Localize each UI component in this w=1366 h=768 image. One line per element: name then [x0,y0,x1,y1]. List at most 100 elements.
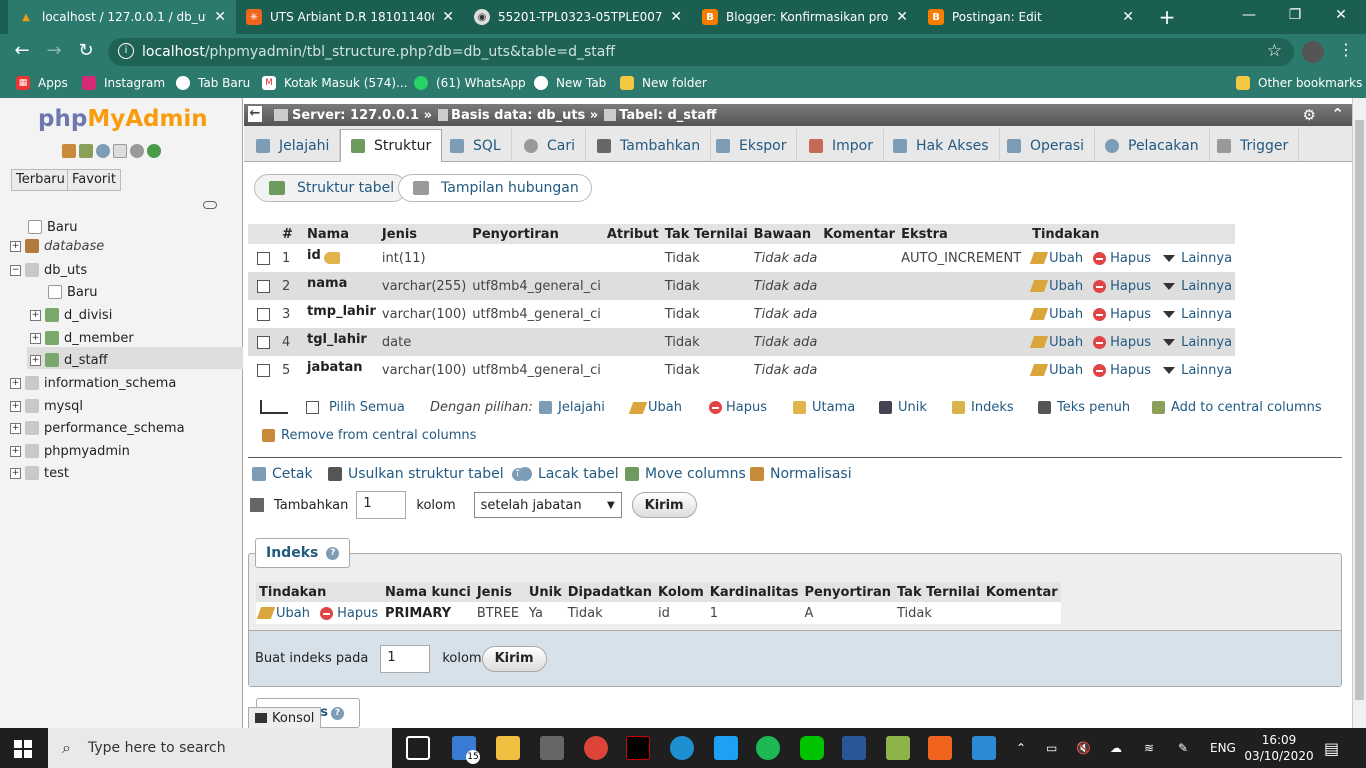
new-tab-icon[interactable]: + [1144,2,1190,32]
back-icon[interactable]: ← [10,40,34,61]
bookmark-apps[interactable]: ▦ Apps [16,76,68,90]
more-actions-link[interactable]: Lainnya [1161,363,1232,378]
delete-column-link[interactable]: Hapus [1093,363,1151,378]
row-checkbox[interactable] [257,363,270,377]
bulk-primary[interactable]: Utama [793,400,855,415]
twitter-icon[interactable] [714,736,738,760]
wifi-icon[interactable]: ≋ [1144,728,1154,768]
help-icon[interactable] [96,144,110,158]
scrollbar-thumb[interactable] [1355,120,1364,700]
bookmark-new-folder[interactable]: New folder [620,76,707,90]
subtab-relation-view[interactable]: Tampilan hubungan [398,174,592,202]
create-index-submit-button[interactable]: Kirim [481,645,547,672]
delete-column-link[interactable]: Hapus [1093,307,1151,322]
netflix-icon[interactable] [626,736,650,760]
tab-insert[interactable]: Tambahkan [587,129,712,162]
logout-icon[interactable] [79,144,93,158]
tab-browse[interactable]: Jelajahi [246,129,341,162]
add-column-submit-button[interactable]: Kirim [631,492,697,518]
tab-triggers[interactable]: Trigger [1207,129,1300,162]
browser-tab-uts[interactable]: ✳ UTS Arbiant D.R 18101140066 ✕ [236,0,464,34]
language-indicator[interactable]: ENG [1210,728,1236,768]
col-header-name[interactable]: Nama [304,224,379,244]
tree-item-new[interactable]: Baru [28,217,77,237]
notifications-icon[interactable]: ▤ [1324,728,1339,768]
bookmark-whatsapp[interactable]: (61) WhatsApp [414,76,526,90]
bulk-edit[interactable]: Ubah [628,400,682,415]
expand-icon[interactable]: + [10,445,21,457]
menu-dots-icon[interactable]: ⋮ [1338,40,1354,59]
breadcrumb-table[interactable]: Tabel: d_staff [619,108,716,123]
row-checkbox[interactable] [257,251,270,265]
volume-mute-icon[interactable]: 🔇 [1076,728,1091,768]
mail-icon[interactable]: 15 [452,736,480,764]
tray-chevron-icon[interactable]: ⌃ [1016,728,1026,768]
track-table-link[interactable]: Lacak tabel [518,466,619,482]
close-tab-icon[interactable]: ✕ [214,9,226,25]
browser-tab-postingan[interactable]: B Postingan: Edit ✕ [918,0,1144,34]
row-checkbox[interactable] [257,279,270,293]
bookmark-instagram[interactable]: Instagram [82,76,165,90]
add-column-position-select[interactable]: setelah jabatan ▼ [473,492,622,518]
close-window-icon[interactable]: ✕ [1318,0,1364,30]
minimize-icon[interactable]: — [1226,0,1272,30]
row-checkbox[interactable] [257,335,270,349]
bulk-browse[interactable]: Jelajahi [539,400,605,415]
tree-item-information-schema[interactable]: + information_schema [10,373,176,393]
select-all-checkbox[interactable] [306,401,319,414]
refresh-icon[interactable] [147,144,161,158]
battery-icon[interactable]: ▭ [1046,728,1057,768]
bulk-delete[interactable]: Hapus [709,400,767,415]
bookmark-tab-baru[interactable]: Tab Baru [176,76,250,90]
more-actions-link[interactable]: Lainnya [1161,335,1232,350]
gear-icon[interactable]: ⚙ [1303,106,1316,124]
more-actions-link[interactable]: Lainnya [1161,307,1232,322]
info-icon[interactable]: i [118,43,134,59]
browser-tab-tpl[interactable]: ◉ 55201-TPL0323-05TPLE007-20 ✕ [464,0,692,34]
expand-icon[interactable]: + [10,377,21,389]
home-icon[interactable] [62,144,76,158]
subtab-table-structure[interactable]: Struktur tabel [254,174,408,202]
add-column-count-input[interactable]: 1 [356,491,407,519]
move-columns-link[interactable]: Move columns [625,466,746,482]
bookmark-new-tab[interactable]: New Tab [534,76,606,90]
propose-structure-link[interactable]: Usulkan struktur tabel? [328,466,525,482]
tab-favorite[interactable]: Favorit [67,169,121,191]
spotify-icon[interactable] [756,736,780,760]
bulk-index[interactable]: Indeks [952,400,1014,415]
edit-column-link[interactable]: Ubah [1029,363,1083,378]
tab-search[interactable]: Cari [514,129,586,162]
bookmark-other[interactable]: Other bookmarks [1236,76,1362,90]
bulk-unique[interactable]: Unik [879,400,927,415]
col-header-type[interactable]: Jenis [378,224,470,244]
expand-icon[interactable]: + [10,467,21,479]
word-icon[interactable] [842,736,866,760]
collapse-icon[interactable]: − [10,264,21,276]
tree-item-d-divisi[interactable]: + d_divisi [30,305,112,325]
notepad-icon[interactable] [886,736,910,760]
tree-item-database[interactable]: + database [10,236,104,256]
page-scrollbar[interactable] [1352,98,1366,728]
index-edit-link[interactable]: Ubah [256,606,310,621]
tab-sql[interactable]: SQL [440,129,512,162]
settings-icon[interactable] [130,144,144,158]
close-tab-icon[interactable]: ✕ [1122,9,1134,25]
help-icon[interactable]: ? [326,546,340,560]
tree-item-mysql[interactable]: + mysql [10,396,83,416]
reload-icon[interactable]: ↻ [74,40,98,61]
chrome-icon[interactable] [584,736,608,760]
taskbar-search-input[interactable]: ⌕ Type here to search [48,728,392,768]
print-link[interactable]: Cetak [252,466,313,482]
edit-column-link[interactable]: Ubah [1029,251,1083,266]
edge-icon[interactable] [670,736,694,760]
pen-icon[interactable]: ✎ [1178,728,1188,768]
row-checkbox[interactable] [257,307,270,321]
tab-operations[interactable]: Operasi [997,129,1096,162]
delete-column-link[interactable]: Hapus [1093,279,1151,294]
breadcrumb-db[interactable]: Basis data: db_uts » [451,108,598,123]
close-tab-icon[interactable]: ✕ [442,9,454,25]
browser-tab-blogger[interactable]: B Blogger: Konfirmasikan profil A ✕ [692,0,918,34]
tab-export[interactable]: Ekspor [706,129,798,162]
link-icon[interactable] [203,201,217,209]
help-icon[interactable]: ? [331,707,344,720]
